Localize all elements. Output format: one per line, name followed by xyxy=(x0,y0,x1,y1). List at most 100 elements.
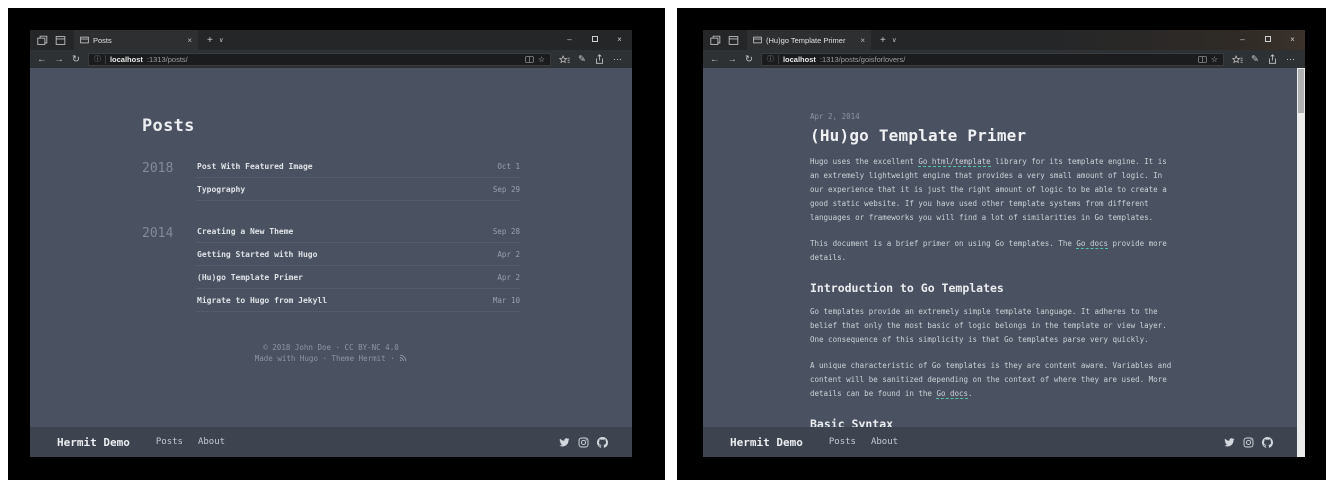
minimize-button[interactable]: – xyxy=(557,30,582,50)
post-title[interactable]: Migrate to Hugo from Jekyll xyxy=(197,296,327,305)
tabs-set-aside-icon[interactable] xyxy=(37,35,48,46)
refresh-button[interactable]: ↻ xyxy=(745,54,753,65)
nav-link-posts[interactable]: Posts xyxy=(829,437,856,447)
twitter-icon[interactable] xyxy=(559,437,570,448)
link-go-docs[interactable]: Go docs xyxy=(1076,239,1108,249)
settings-more-icon[interactable]: ⋯ xyxy=(1286,54,1298,65)
address-bar[interactable]: ⓘ localhost :1313/posts/ ☆ xyxy=(88,53,551,66)
year-group-2014: 2014 Creating a New Theme Sep 28 Getting… xyxy=(142,220,520,312)
settings-more-icon[interactable]: ⋯ xyxy=(613,54,625,65)
tab-list-chevron-icon[interactable]: ∨ xyxy=(219,36,224,44)
site-bottom-bar: Hermit Demo Posts About xyxy=(30,427,632,457)
close-button[interactable]: × xyxy=(1280,30,1305,50)
paragraph-text: This document is a brief primer on using… xyxy=(810,239,1076,248)
add-favorite-star-icon[interactable]: ☆ xyxy=(538,55,545,64)
refresh-button[interactable]: ↻ xyxy=(72,54,80,65)
browser-tab[interactable]: (Hu)go Template Primer × xyxy=(747,30,871,50)
link-go-html-template[interactable]: Go html/template xyxy=(918,157,990,167)
tab-preview-icon[interactable] xyxy=(728,35,739,46)
tab-favicon-icon xyxy=(80,36,89,44)
forward-button[interactable]: → xyxy=(55,54,65,65)
article-paragraph: Hugo uses the excellent Go html/template… xyxy=(810,155,1180,225)
site-brand[interactable]: Hermit Demo xyxy=(57,436,130,449)
site-info-icon[interactable]: ⓘ xyxy=(94,54,101,64)
web-note-pen-icon[interactable]: ✎ xyxy=(1251,54,1259,65)
site-nav: Posts About xyxy=(156,437,225,447)
instagram-icon[interactable] xyxy=(1243,437,1254,448)
nav-link-about[interactable]: About xyxy=(871,437,898,447)
post-list-item[interactable]: Creating a New Theme Sep 28 xyxy=(197,220,520,243)
post-title[interactable]: Creating a New Theme xyxy=(197,227,293,236)
address-bar-divider xyxy=(778,55,779,64)
github-icon[interactable] xyxy=(1262,437,1273,448)
hub-favorites-icon[interactable] xyxy=(1232,54,1243,65)
maximize-button[interactable] xyxy=(582,30,607,50)
site-nav: Posts About xyxy=(829,437,898,447)
forward-button[interactable]: → xyxy=(728,54,738,65)
post-list-item[interactable]: Typography Sep 29 xyxy=(197,178,520,201)
add-favorite-star-icon[interactable]: ☆ xyxy=(1211,55,1218,64)
post-title[interactable]: Post With Featured Image xyxy=(197,162,313,171)
maximize-button[interactable] xyxy=(1255,30,1280,50)
tab-favicon-icon xyxy=(753,36,762,44)
post-list-item[interactable]: Migrate to Hugo from Jekyll Mar 10 xyxy=(197,289,520,312)
post-list: Creating a New Theme Sep 28 Getting Star… xyxy=(197,220,520,312)
web-note-pen-icon[interactable]: ✎ xyxy=(578,54,586,65)
hub-favorites-icon[interactable] xyxy=(559,54,570,65)
instagram-icon[interactable] xyxy=(578,437,589,448)
reading-view-icon[interactable] xyxy=(525,55,534,64)
page-scrollbar[interactable] xyxy=(1297,68,1305,457)
post-title[interactable]: (Hu)go Template Primer xyxy=(197,273,303,282)
footer-credits: Made with Hugo · Theme Hermit · xyxy=(142,353,520,364)
tab-preview-icon[interactable] xyxy=(55,35,66,46)
left-browser-window: Posts × + ∨ – × ← → ↻ ⓘ loca xyxy=(30,30,632,457)
new-tab-button[interactable]: + xyxy=(198,35,219,46)
github-icon[interactable] xyxy=(597,437,608,448)
browser-tab[interactable]: Posts × xyxy=(74,30,198,50)
post-list-item[interactable]: (Hu)go Template Primer Apr 2 xyxy=(197,266,520,289)
post-list-item[interactable]: Getting Started with Hugo Apr 2 xyxy=(197,243,520,266)
article-paragraph: A unique characteristic of Go templates … xyxy=(810,359,1180,401)
site-info-icon[interactable]: ⓘ xyxy=(767,54,774,64)
section-heading-introduction: Introduction to Go Templates xyxy=(810,281,1180,295)
footer-copyright: © 2018 John Doe · CC BY-NC 4.0 xyxy=(142,342,520,353)
post-date: Mar 10 xyxy=(493,296,520,305)
paragraph-text: . xyxy=(968,389,973,398)
link-go-docs[interactable]: Go docs xyxy=(936,389,968,399)
twitter-icon[interactable] xyxy=(1224,437,1235,448)
social-links xyxy=(1224,437,1273,448)
url-host: localhost xyxy=(110,55,143,64)
post-title[interactable]: Getting Started with Hugo xyxy=(197,250,317,259)
tab-close-icon[interactable]: × xyxy=(858,36,865,45)
tab-strip-actions xyxy=(30,35,74,46)
address-bar[interactable]: ⓘ localhost :1313/posts/goisforlovers/ ☆ xyxy=(761,53,1224,66)
post-title[interactable]: Typography xyxy=(197,185,245,194)
tabs-set-aside-icon[interactable] xyxy=(710,35,721,46)
year-label: 2018 xyxy=(142,155,197,201)
left-navigation-toolbar: ← → ↻ ⓘ localhost :1313/posts/ ☆ ✎ ⋯ xyxy=(30,50,632,68)
reading-view-icon[interactable] xyxy=(1198,55,1207,64)
address-bar-divider xyxy=(105,55,106,64)
nav-link-about[interactable]: About xyxy=(198,437,225,447)
scrollbar-thumb[interactable] xyxy=(1298,69,1304,113)
back-button[interactable]: ← xyxy=(710,54,720,65)
paragraph-text: Hugo uses the excellent xyxy=(810,157,918,166)
post-list-item[interactable]: Post With Featured Image Oct 1 xyxy=(197,155,520,178)
window-controls: – × xyxy=(557,30,632,50)
share-icon[interactable] xyxy=(594,54,605,65)
back-button[interactable]: ← xyxy=(37,54,47,65)
left-titlebar: Posts × + ∨ – × xyxy=(30,30,632,50)
close-button[interactable]: × xyxy=(607,30,632,50)
url-path: :1313/posts/goisforlovers/ xyxy=(820,55,905,64)
rss-icon[interactable] xyxy=(399,354,407,362)
nav-link-posts[interactable]: Posts xyxy=(156,437,183,447)
tab-close-icon[interactable]: × xyxy=(185,36,192,45)
right-titlebar: (Hu)go Template Primer × + ∨ – × xyxy=(703,30,1305,50)
minimize-button[interactable]: – xyxy=(1230,30,1255,50)
posts-page: Posts 2018 Post With Featured Image Oct … xyxy=(30,68,632,457)
post-date: Apr 2 xyxy=(497,273,520,282)
site-brand[interactable]: Hermit Demo xyxy=(730,436,803,449)
share-icon[interactable] xyxy=(1267,54,1278,65)
new-tab-button[interactable]: + xyxy=(871,35,892,46)
tab-list-chevron-icon[interactable]: ∨ xyxy=(892,36,897,44)
